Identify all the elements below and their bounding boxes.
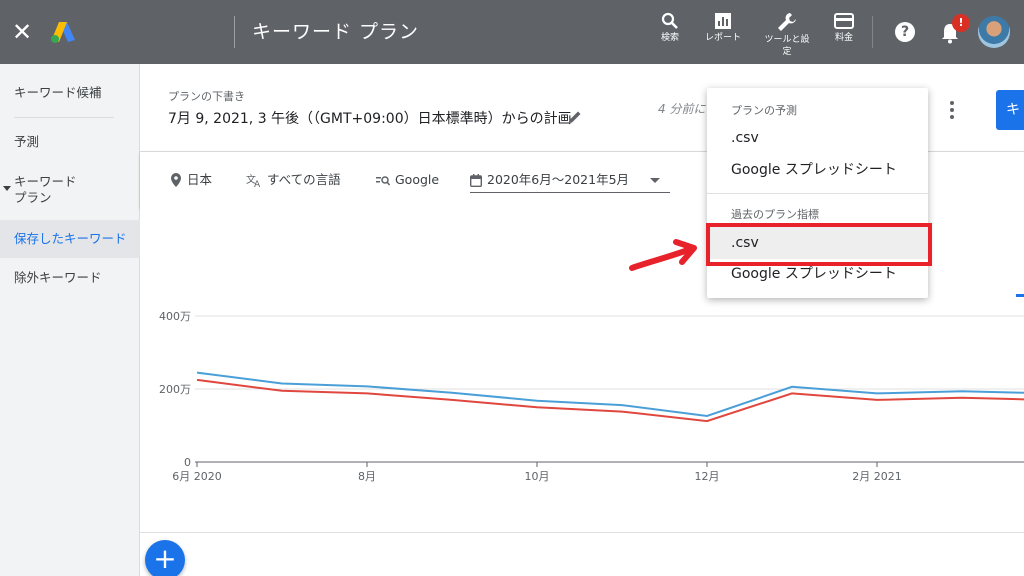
billing-tool-label: 料金	[834, 33, 853, 43]
add-fab-button[interactable]: +	[145, 540, 185, 576]
top-app-bar: ✕ キーワード プラン 検索 レポート ツールと設定 料金 ? !	[0, 0, 1024, 64]
tools-settings-button[interactable]: ツールと設定	[762, 12, 812, 60]
avatar[interactable]	[978, 16, 1010, 48]
more-vert-icon[interactable]	[946, 98, 958, 122]
menu-divider	[707, 193, 928, 194]
sidebar-item-keyword-ideas[interactable]: キーワード候補	[0, 84, 140, 102]
location-pin-icon	[171, 173, 181, 187]
sidebar-item-forecast[interactable]: 予測	[0, 133, 140, 151]
pencil-icon[interactable]	[568, 110, 582, 124]
chart-edge-mark	[1016, 294, 1024, 297]
search-tool-button[interactable]: 検索	[656, 12, 684, 60]
date-range-filter[interactable]: 2020年6月～2021年5月	[469, 170, 630, 190]
network-search-icon	[376, 176, 391, 186]
google-ads-logo	[51, 22, 75, 43]
report-tool-button[interactable]: レポート	[700, 12, 746, 60]
last-updated-text: 4 分前に	[658, 102, 706, 116]
translate-icon: 文A	[246, 173, 261, 190]
calendar-icon	[469, 174, 483, 188]
date-range-dropdown-icon[interactable]	[650, 178, 660, 183]
close-icon[interactable]: ✕	[10, 18, 34, 46]
sidebar-item-negative-keywords[interactable]: 除外キーワード	[0, 269, 140, 287]
download-menu: プランの予測 .csv Google スプレッドシート 過去のプラン指標 .cs…	[707, 88, 928, 298]
x-tick-label: 12月	[695, 470, 720, 483]
historical-section-heading: 過去のプラン指標	[731, 208, 819, 221]
date-range-underline	[470, 192, 670, 193]
y-tick-label: 0	[184, 456, 191, 469]
x-tick-label: 6月 2020	[172, 470, 222, 483]
menu-item-forecast-csv[interactable]: .csv	[707, 122, 928, 154]
series-line-1	[196, 378, 1024, 423]
highlight-annotation-box	[706, 223, 932, 266]
notification-badge: !	[952, 14, 970, 32]
red-arrow-annotation	[629, 239, 697, 271]
x-tick-label: 8月	[358, 470, 376, 483]
x-tick-label: 2月 2021	[852, 470, 902, 483]
topbar-divider-right	[872, 16, 873, 48]
billing-icon	[834, 13, 854, 29]
location-filter-label: 日本	[187, 172, 213, 187]
bottom-divider	[140, 532, 1024, 533]
sidebar-item-saved-keywords[interactable]: 保存したキーワード	[0, 220, 140, 258]
billing-tool-button[interactable]: 料金	[830, 12, 858, 60]
tools-settings-label: ツールと設定	[764, 35, 810, 57]
plan-title: 7月 9, 2021, 3 午後（（GMT+09:00）日本標準時）からの計画	[168, 111, 572, 127]
sidebar: キーワード候補 予測 キーワード プラン 保存したキーワード 除外キーワード	[0, 64, 140, 576]
report-tool-label: レポート	[704, 33, 741, 43]
location-filter[interactable]: 日本	[170, 170, 212, 190]
sidebar-divider	[14, 117, 114, 118]
menu-item-forecast-sheets[interactable]: Google スプレッドシート	[707, 154, 928, 186]
svg-text:A: A	[254, 180, 261, 187]
y-tick-label: 200万	[159, 383, 191, 396]
x-tick-label: 10月	[525, 470, 550, 483]
page-title: キーワード プラン	[252, 21, 420, 43]
series-line-0	[196, 371, 1024, 418]
network-filter-label: Google	[395, 172, 440, 187]
language-filter-label: すべての言語	[267, 172, 341, 187]
language-filter[interactable]: 文 A すべての言語	[246, 170, 341, 190]
date-range-label: 2020年6月～2021年5月	[487, 172, 630, 187]
network-filter[interactable]: Google	[376, 170, 439, 190]
report-icon	[715, 13, 731, 29]
wrench-icon	[778, 13, 796, 31]
search-icon	[661, 12, 678, 29]
y-tick-label: 400万	[159, 310, 191, 323]
topbar-divider	[234, 16, 235, 48]
help-icon[interactable]: ?	[895, 22, 915, 42]
draft-label: プランの下書き	[168, 90, 245, 103]
search-tool-label: 検索	[660, 33, 679, 43]
cta-button[interactable]: キ	[996, 90, 1024, 130]
forecast-section-heading: プランの予測	[731, 104, 797, 117]
sidebar-item-keyword-plan-line2[interactable]: プラン	[0, 189, 140, 207]
